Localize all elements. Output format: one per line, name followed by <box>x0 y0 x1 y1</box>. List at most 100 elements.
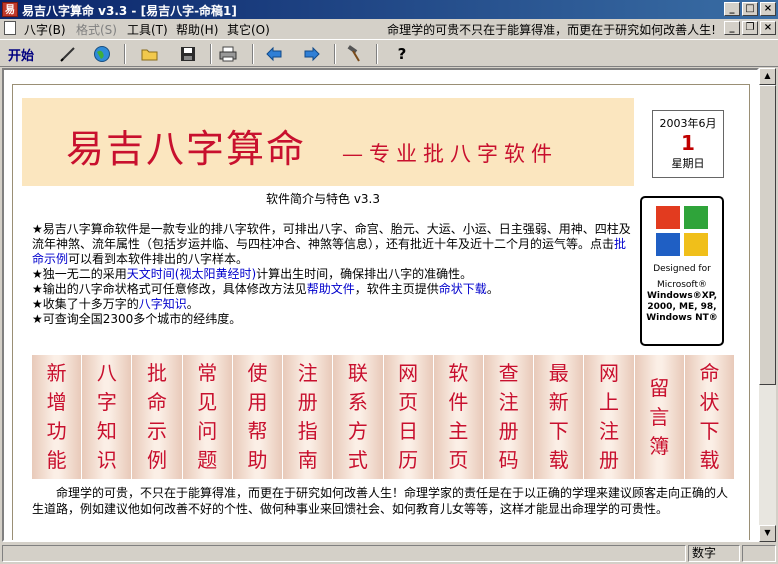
back-arrow-icon[interactable] <box>262 43 286 65</box>
nav-card-template-download[interactable]: 命状下载 <box>684 355 735 479</box>
nav-card-char: 状 <box>699 390 720 414</box>
nav-card-char: 命 <box>147 390 168 414</box>
nav-card-char: 码 <box>498 448 519 472</box>
menu-other[interactable]: 其它(O) <box>227 21 270 38</box>
nav-card-char: 注 <box>599 419 620 443</box>
open-folder-icon[interactable] <box>138 43 162 65</box>
nav-card-bazi-knowledge[interactable]: 八字知识 <box>82 355 132 479</box>
calendar-weekday: 星期日 <box>671 157 705 170</box>
nav-card-char: 八 <box>96 361 117 385</box>
banner-title: 易吉八字算命 <box>66 127 307 171</box>
nav-card-check-reg-code[interactable]: 查注册码 <box>483 355 534 479</box>
nav-card-char: 最 <box>548 361 569 385</box>
nav-card-latest-download[interactable]: 最新下载 <box>534 355 584 479</box>
windows-flag-icon <box>656 206 708 256</box>
print-icon[interactable] <box>216 43 240 65</box>
nav-card-char: 上 <box>599 390 620 414</box>
calendar-month: 2003年6月 <box>659 117 717 130</box>
logo-line-1: Windows®XP, <box>646 291 718 301</box>
nav-card-registration-guide[interactable]: 注册指南 <box>283 355 333 479</box>
nav-card-char: 命 <box>699 361 720 385</box>
help-icon[interactable]: ? <box>390 43 414 65</box>
nav-card-char: 载 <box>699 448 720 472</box>
nav-card-char: 题 <box>197 448 218 472</box>
menu-format[interactable]: 格式(S) <box>76 21 117 38</box>
start-button[interactable]: 开始 <box>8 45 34 64</box>
pen-icon[interactable] <box>56 43 80 65</box>
nav-cards: 新增功能八字知识批命示例常见问题使用帮助注册指南联系方式网页日历软件主页查注册码… <box>32 355 735 479</box>
title-bar[interactable]: 易 易吉八字算命 v3.3 - [易吉八字-命稿1] _ □ × <box>0 0 778 19</box>
mdi-restore-button[interactable]: ❐ <box>742 21 758 35</box>
content-area: 易吉八字算命 —专业批八字软件 2003年6月 1 星期日 Designed f… <box>2 68 759 542</box>
nav-card-char: 例 <box>147 448 168 472</box>
banner-subtitle: —专业批八字软件 <box>342 142 558 166</box>
nav-card-char: 主 <box>448 419 469 443</box>
nav-card-char: 增 <box>46 390 67 414</box>
intro-text: ★易吉八字算命软件是一款专业的排八字软件，可排出八字、命宫、胎元、大运、小运、日… <box>32 222 632 327</box>
banner: 易吉八字算命 —专业批八字软件 <box>22 98 634 186</box>
nav-card-char: 指 <box>297 419 318 443</box>
nav-card-homepage[interactable]: 软件主页 <box>433 355 483 479</box>
nav-card-char: 新 <box>46 361 67 385</box>
menu-tools[interactable]: 工具(T) <box>127 21 168 38</box>
nav-card-new-features[interactable]: 新增功能 <box>32 355 82 479</box>
nav-card-char: 软 <box>448 361 469 385</box>
nav-card-faq[interactable]: 常见问题 <box>182 355 232 479</box>
calendar-widget: 2003年6月 1 星期日 <box>652 110 724 178</box>
nav-card-guestbook[interactable]: 留言簿 <box>634 355 684 479</box>
menu-motto: 命理学的可贵不只在于能算得准，而更在于研究如何改善人生! <box>387 23 716 37</box>
intro-paragraph: ★易吉八字算命软件是一款专业的排八字软件，可排出八字、命宫、胎元、大运、小运、日… <box>32 222 631 266</box>
nav-card-char: 知 <box>96 419 117 443</box>
menu-help[interactable]: 帮助(H) <box>176 21 218 38</box>
nav-card-char: 助 <box>247 448 268 472</box>
status-panel-main <box>2 545 686 562</box>
nav-card-sample-readings[interactable]: 批命示例 <box>132 355 182 479</box>
nav-card-char: 下 <box>548 419 569 443</box>
app-icon[interactable]: 易 <box>2 2 18 17</box>
nav-card-char: 新 <box>548 390 569 414</box>
astro-time-link[interactable]: 天文时间(视太阳黄经时) <box>127 267 256 281</box>
nav-card-char: 网 <box>599 361 620 385</box>
vertical-scrollbar[interactable]: ▲ ▼ <box>759 68 776 542</box>
mdi-minimize-button[interactable]: _ <box>724 21 740 35</box>
app-window: 易 易吉八字算命 v3.3 - [易吉八字-命稿1] _ □ × 八字(B) 格… <box>0 0 778 564</box>
document-icon[interactable] <box>4 21 16 35</box>
nav-card-char: 南 <box>297 448 318 472</box>
intro-paragraph: ★可查询全国2300多个城市的经纬度。 <box>32 312 242 326</box>
forward-arrow-icon[interactable] <box>300 43 324 65</box>
globe-icon[interactable] <box>90 43 114 65</box>
scroll-thumb[interactable] <box>759 85 776 385</box>
nav-card-user-help[interactable]: 使用帮助 <box>232 355 283 479</box>
nav-card-web-calendar[interactable]: 网页日历 <box>383 355 433 479</box>
bazi-knowledge-link[interactable]: 八字知识 <box>139 297 187 311</box>
intro-paragraph: ★独一无二的采用天文时间(视太阳黄经时)计算出生时间，确保排出八字的准确性。 <box>32 267 473 281</box>
footer-motto: 命理学的可贵，不只在于能算得准，而更在于研究如何改善人生！命理学家的责任是在于以… <box>32 486 729 516</box>
toolbar: 开始 ? <box>0 39 778 67</box>
nav-card-char: 历 <box>398 448 419 472</box>
close-button[interactable]: × <box>760 2 776 16</box>
template-download-link[interactable]: 命状下载 <box>439 282 487 296</box>
nav-card-char: 页 <box>398 390 419 414</box>
nav-card-char: 册 <box>297 390 318 414</box>
nav-card-online-register[interactable]: 网上注册 <box>584 355 634 479</box>
nav-card-char: 能 <box>46 448 67 472</box>
help-file-link[interactable]: 帮助文件 <box>307 282 355 296</box>
menu-bazi[interactable]: 八字(B) <box>24 21 66 38</box>
scroll-down-button[interactable]: ▼ <box>759 525 776 542</box>
nav-card-char: 式 <box>347 448 368 472</box>
maximize-button[interactable]: □ <box>742 2 758 16</box>
nav-card-char: 用 <box>247 390 268 414</box>
nav-card-char: 见 <box>197 390 218 414</box>
hammer-icon[interactable] <box>342 43 366 65</box>
nav-card-char: 示 <box>147 419 168 443</box>
nav-card-char: 日 <box>398 419 419 443</box>
mdi-close-button[interactable]: × <box>760 21 776 35</box>
nav-card-char: 问 <box>197 419 218 443</box>
intro-paragraph: ★输出的八字命状格式可任意修改，具体修改方法见帮助文件，软件主页提供命状下载。 <box>32 282 499 296</box>
nav-card-contact[interactable]: 联系方式 <box>333 355 383 479</box>
nav-card-char: 识 <box>96 448 117 472</box>
minimize-button[interactable]: _ <box>724 2 740 16</box>
save-icon[interactable] <box>176 43 200 65</box>
nav-card-char: 册 <box>498 419 519 443</box>
scroll-up-button[interactable]: ▲ <box>759 68 776 85</box>
